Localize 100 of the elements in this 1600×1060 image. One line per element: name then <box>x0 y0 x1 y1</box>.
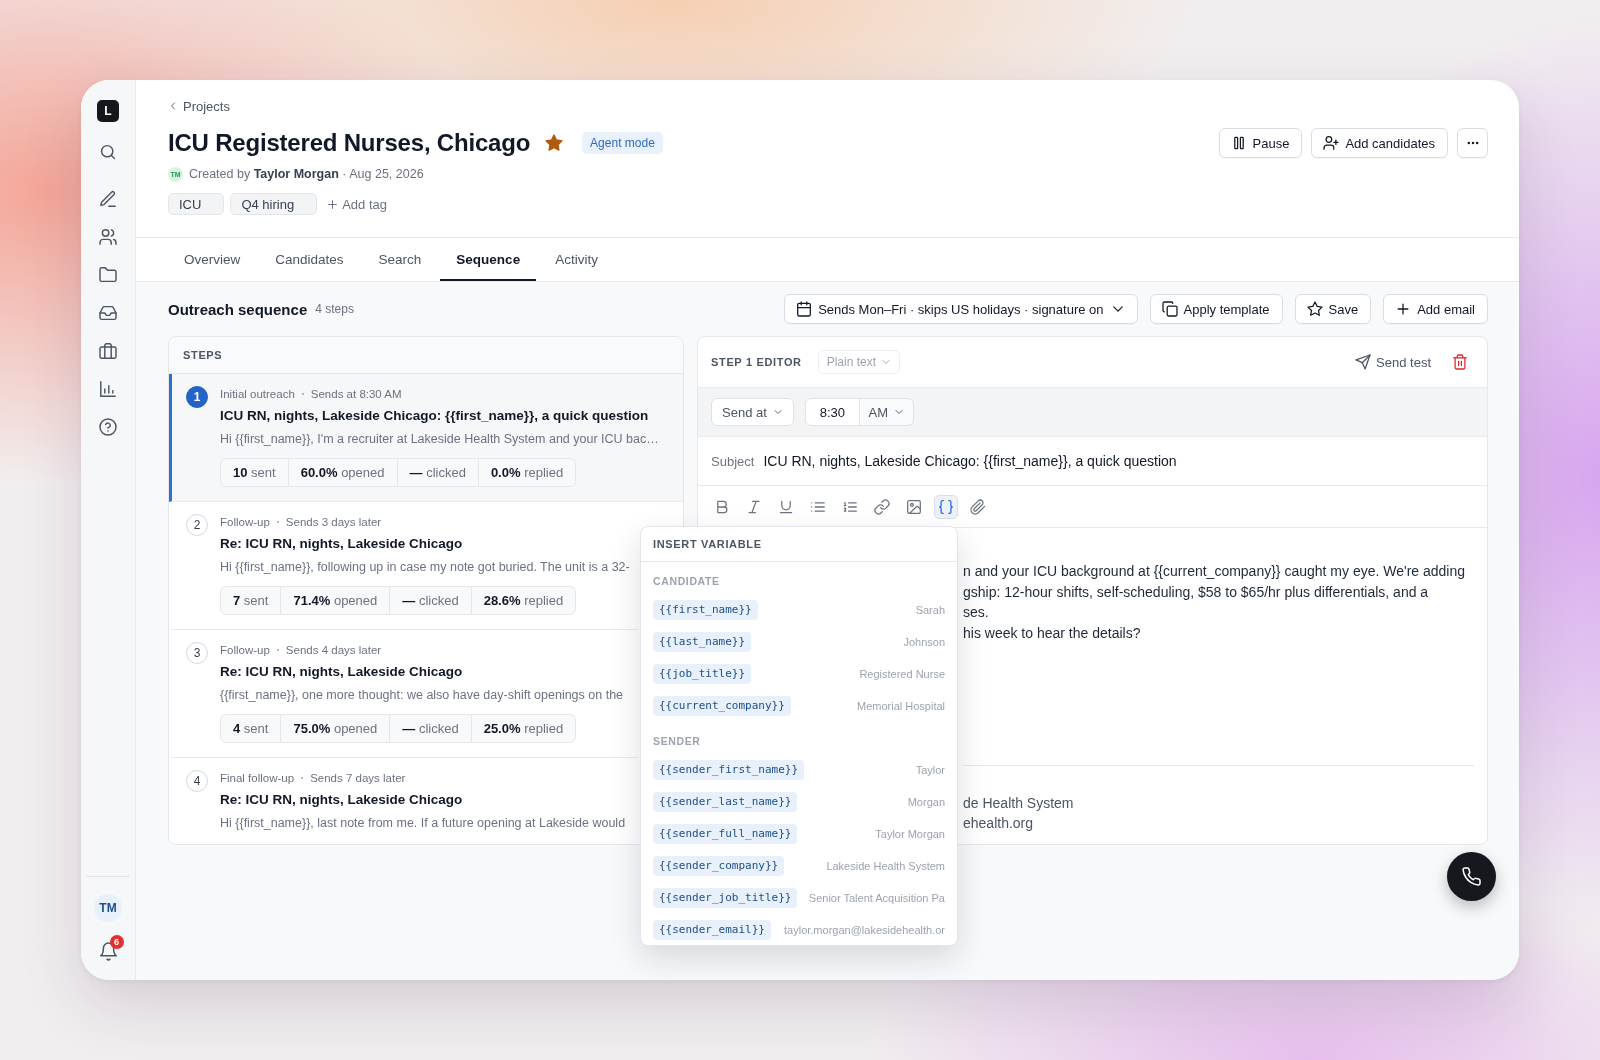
subject-label: Subject <box>711 453 755 469</box>
signature-line: de Health System <box>963 794 1074 813</box>
tab[interactable]: Activity <box>539 238 614 281</box>
body-text-line: gship: 12-hour shifts, self-scheduling, $58 to $65/hr plus differentials, and a <box>963 582 1429 602</box>
step-subject: Re: ICU RN, nights, Lakeside Chicago <box>220 791 463 809</box>
variable-token[interactable]: {{sender_job_title}} <box>653 888 798 908</box>
step-preview: Hi {{first_name}}, following up in case my note got buried. The unit is a 32- <box>220 559 630 576</box>
copy-icon <box>1162 302 1177 316</box>
plus-icon <box>327 198 339 210</box>
stat-cell: — clicked <box>396 459 478 486</box>
variable-token[interactable]: {{job_title}} <box>653 664 752 684</box>
bold-icon <box>715 499 729 514</box>
variable-token[interactable]: {{sender_last_name}} <box>653 792 798 812</box>
step-preview: Hi {{first_name}}, I'm a recruiter at Lakeside Health System and your ICU bac… <box>220 431 659 448</box>
variable-example: Registered Nurse <box>859 668 945 680</box>
chevron-left-icon <box>168 101 178 111</box>
step-number: 3 <box>186 642 208 664</box>
step-preview: Hi {{first_name}}, last note from me. If a future opening at Lakeside would <box>220 815 626 832</box>
editor-heading: STEP 1 EDITOR <box>711 356 802 368</box>
apply-template-button[interactable]: Apply template <box>1149 294 1283 324</box>
phone-icon <box>1463 868 1480 885</box>
add-candidates-button[interactable]: Add candidates <box>1311 128 1448 158</box>
breadcrumb-link[interactable]: Projects <box>168 96 230 116</box>
folder-icon[interactable] <box>100 267 116 283</box>
variable-token[interactable]: {{first_name}} <box>653 600 758 620</box>
pencil-icon[interactable] <box>100 191 116 207</box>
variable-token[interactable]: {{sender_first_name}} <box>653 760 805 780</box>
insert-variable-button[interactable] <box>934 494 958 519</box>
meridiem-dropdown[interactable]: AM <box>859 398 914 426</box>
step-number: 1 <box>186 386 208 408</box>
star-icon[interactable] <box>546 135 563 151</box>
tab[interactable]: Candidates <box>259 238 360 281</box>
variable-token[interactable]: {{sender_company}} <box>653 856 785 876</box>
time-field[interactable]: 8:30 <box>804 398 860 426</box>
tag[interactable]: ICU <box>168 193 225 215</box>
pause-icon <box>1231 136 1246 150</box>
plus-icon <box>1396 302 1411 316</box>
bell-icon[interactable] <box>99 943 117 960</box>
variable-token[interactable]: {{sender_full_name}} <box>653 824 798 844</box>
page-title: ICU Registered Nurses, Chicago <box>168 128 531 158</box>
signature-line: ehealth.org <box>963 814 1034 833</box>
user-avatar[interactable]: TM <box>94 894 122 922</box>
variable-example: Taylor <box>915 764 945 776</box>
subject-field[interactable]: ICU RN, nights, Lakeside Chicago: {{first_name}}, a quick question <box>763 453 1177 469</box>
help-icon[interactable] <box>100 419 116 435</box>
step-type: Final follow-up <box>220 772 295 784</box>
step-subject: ICU RN, nights, Lakeside Chicago: {{first_name}}, a quick question <box>220 407 649 425</box>
step-timing: Sends 3 days later <box>285 516 382 528</box>
save-button[interactable]: Save <box>1294 294 1372 324</box>
stat-cell: 71.4% opened <box>280 587 390 614</box>
variable-example: Memorial Hospital <box>856 700 945 712</box>
schedule-dropdown[interactable]: Sends Mon–Fri · skips US holidays · signature on <box>784 294 1138 324</box>
notification-badge: 6 <box>109 935 124 949</box>
add-tag-button[interactable]: Add tag <box>327 196 387 212</box>
italic-icon <box>747 499 761 514</box>
pause-button[interactable]: Pause <box>1218 128 1303 158</box>
inbox-icon[interactable] <box>100 305 116 321</box>
tab[interactable]: Search <box>362 238 438 281</box>
variable-example: Morgan <box>907 796 945 808</box>
star-icon <box>1307 302 1322 316</box>
menu-title: INSERT VARIABLE <box>653 538 762 550</box>
briefcase-icon[interactable] <box>100 343 116 359</box>
user-plus-icon <box>1324 136 1339 150</box>
search-icon[interactable] <box>100 144 116 160</box>
steps-heading: STEPS <box>183 349 223 361</box>
tab[interactable]: Overview <box>168 238 257 281</box>
stat-cell: 75.0% opened <box>280 715 390 742</box>
stat-cell-text: 7 sent <box>232 592 270 610</box>
group-label: CANDIDATE <box>653 574 720 588</box>
body-text-line: his week to hear the details? <box>963 623 1141 643</box>
tag[interactable]: Q4 hiring <box>230 193 318 215</box>
step-subject: Re: ICU RN, nights, Lakeside Chicago <box>220 663 463 681</box>
send-icon <box>1356 355 1371 369</box>
calendar-icon <box>797 302 812 316</box>
add-email-button[interactable]: Add email <box>1383 294 1488 324</box>
stat-cell-text: 10 sent <box>232 464 277 482</box>
variable-token[interactable]: {{current_company}} <box>653 696 791 716</box>
variable-token[interactable]: {{sender_email}} <box>653 920 771 940</box>
send-test-button[interactable]: Send test <box>1356 354 1431 370</box>
step-preview: {{first_name}}, one more thought: we also have day-shift openings on the <box>220 687 624 704</box>
step-number: 2 <box>186 514 208 536</box>
variable-example: Lakeside Health System <box>826 860 945 872</box>
stat-cell: 25.0% replied <box>470 715 576 742</box>
step-number: 4 <box>186 770 208 792</box>
link-icon <box>875 499 889 514</box>
step-timing: Sends 7 days later <box>310 772 406 784</box>
bar-chart-icon[interactable] <box>100 381 116 397</box>
variable-token[interactable]: {{last_name}} <box>653 632 752 652</box>
paperclip-icon <box>971 499 985 514</box>
send-mode-dropdown[interactable]: Send at <box>711 398 794 426</box>
numbered-list-icon <box>843 499 857 514</box>
section-title: Outreach sequence <box>168 300 308 318</box>
step-item[interactable] <box>169 374 683 502</box>
braces-icon <box>939 499 953 514</box>
chevron-down-icon <box>772 407 783 417</box>
chevron-down-icon <box>894 407 905 417</box>
variable-example: Johnson <box>903 636 945 648</box>
trash-icon[interactable] <box>1453 355 1467 369</box>
step-type: Initial outreach <box>220 388 295 400</box>
users-icon[interactable] <box>100 229 116 245</box>
